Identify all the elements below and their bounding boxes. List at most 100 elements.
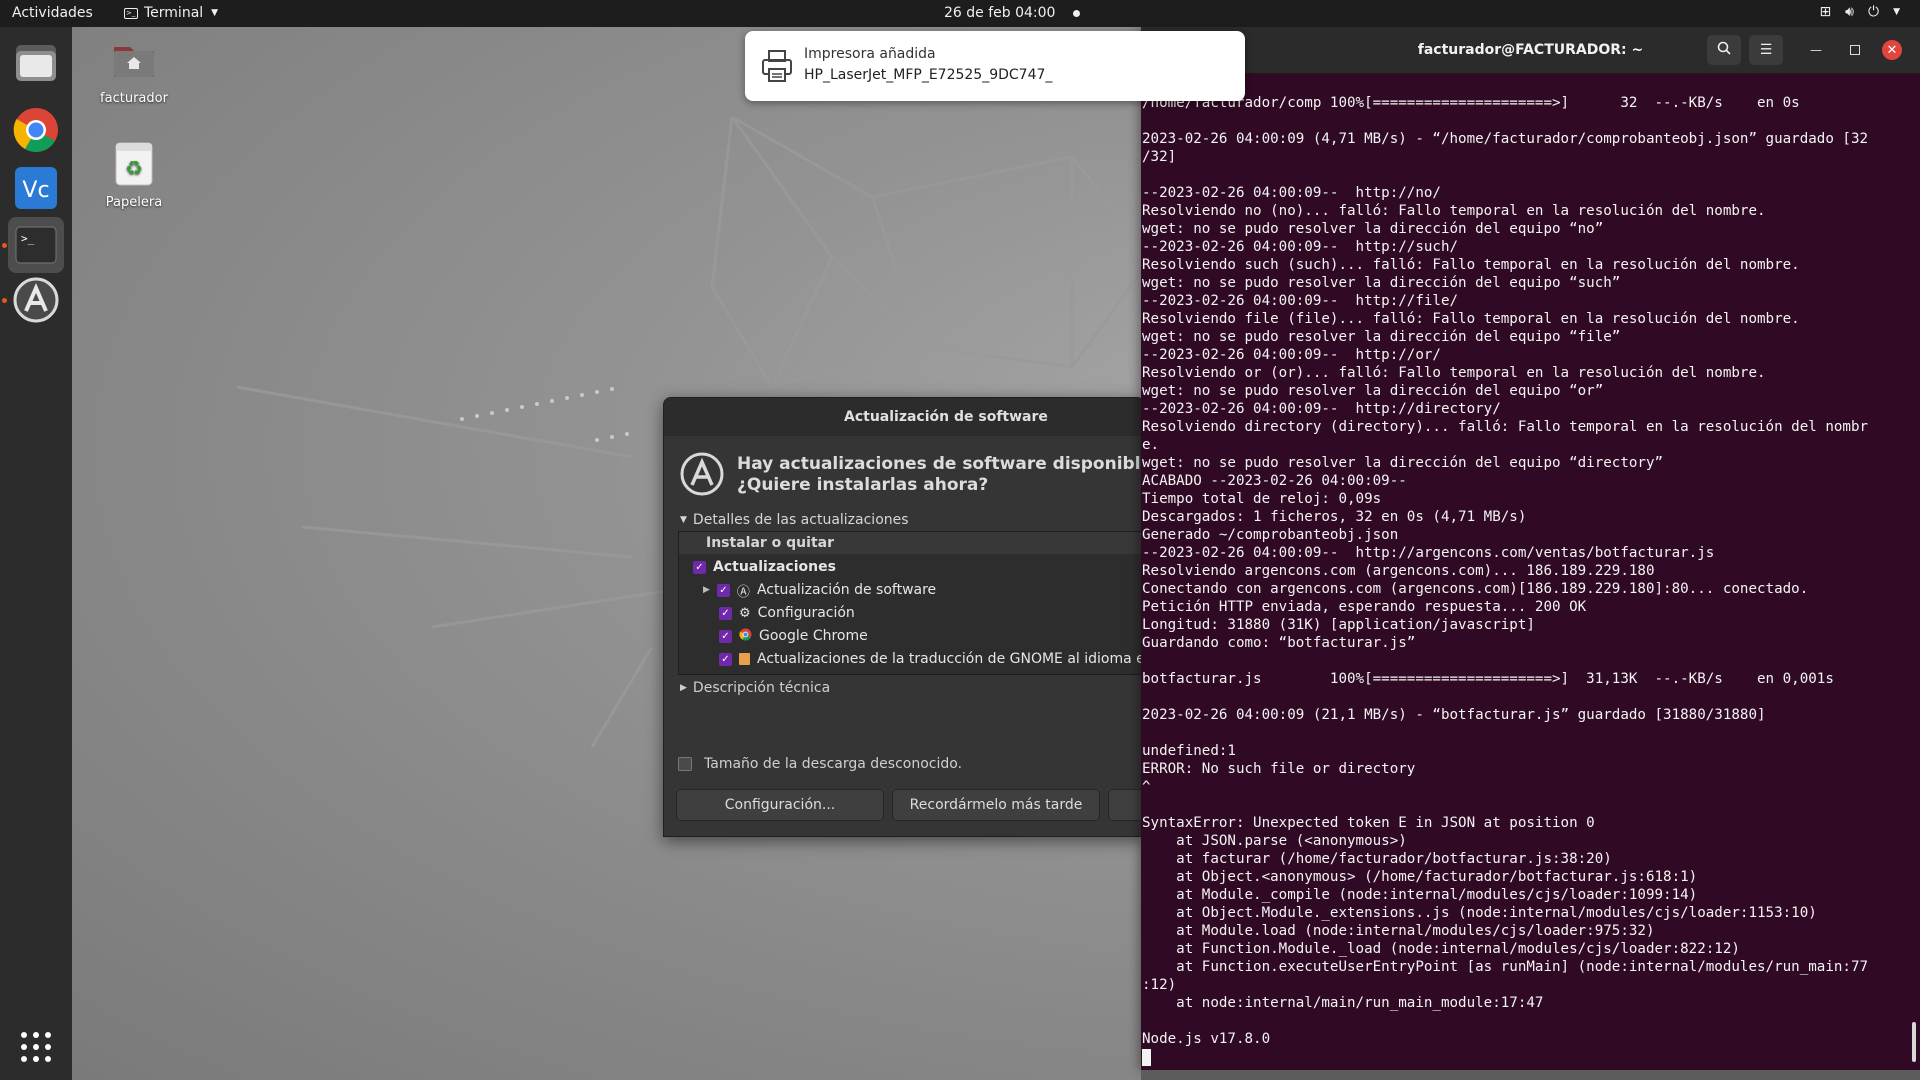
terminal-line: --2023-02-26 04:00:09-- http://file/ — [1142, 293, 1459, 309]
minimize-button[interactable]: — — [1806, 40, 1826, 60]
terminal-line: 2023-02-26 04:00:09 (4,71 MB/s) - “/home… — [1142, 131, 1869, 147]
terminal-bottom-edge — [1141, 1070, 1920, 1080]
app-menu[interactable]: >_ Terminal ▼ — [124, 5, 218, 21]
settings-icon: ⚙ — [739, 605, 751, 621]
terminal-line: SyntaxError: Unexpected token E in JSON … — [1142, 815, 1595, 831]
terminal-line: wget: no se pudo resolver la dirección d… — [1142, 329, 1621, 345]
terminal-title: facturador@FACTURADOR: ~ — [1417, 42, 1644, 58]
dock-terminal[interactable]: >_ — [8, 217, 64, 273]
dock-files[interactable] — [8, 35, 64, 91]
search-button[interactable] — [1707, 35, 1741, 65]
details-expander[interactable]: ▼ Detalles de las actualizaciones — [680, 512, 909, 528]
updater-title-bar[interactable]: Actualización de software — [664, 398, 1144, 436]
terminal-line: Conectando con argencons.com (argencons.… — [1142, 581, 1809, 597]
details-expander-label: Detalles de las actualizaciones — [692, 512, 909, 528]
show-apps-icon — [21, 1032, 51, 1062]
install-now-button[interactable] — [1108, 789, 1144, 821]
menu-button[interactable]: ☰ — [1749, 35, 1783, 65]
item-label: Configuración — [757, 605, 855, 621]
terminal-line: /32] — [1142, 149, 1177, 165]
remind-later-button-label: Recordármelo más tarde — [909, 797, 1083, 813]
dock-chrome[interactable] — [8, 102, 64, 158]
list-item[interactable]: ✓ Google Chrome — [719, 625, 868, 647]
system-menu[interactable]: ⊞ 🔊︎ ⏻ ▼ — [1819, 4, 1900, 20]
terminal-line: Descargados: 1 ficheros, 32 en 0s (4,71 … — [1142, 509, 1527, 525]
checkbox[interactable]: ✓ — [693, 560, 706, 574]
desktop-trash[interactable]: ♻ Papelera — [89, 139, 179, 210]
chevron-right-icon[interactable]: ▶ — [703, 585, 710, 595]
top-bar: Actividades >_ Terminal ▼ 26 de feb 04:0… — [0, 0, 1920, 27]
trash-icon: ♻ — [89, 139, 179, 191]
list-item[interactable]: ✓ Actualizaciones de la traducción de GN… — [719, 648, 1144, 670]
terminal-line: wget: no se pudo resolver la dirección d… — [1142, 275, 1621, 291]
settings-button[interactable]: Configuración... — [676, 789, 884, 821]
language-pack-icon — [739, 653, 750, 665]
terminal-line: Generado ~/comprobanteobj.json — [1142, 527, 1399, 543]
activities-button[interactable]: Actividades — [12, 5, 93, 21]
search-icon — [1717, 41, 1731, 59]
list-item[interactable]: ▶ ✓ Ⓐ Actualización de software — [703, 579, 936, 601]
updater-heading: Hay actualizaciones de software disponib… — [737, 454, 1144, 496]
terminal-header-bar[interactable]: facturador@FACTURADOR: ~ ☰ — ✕ — [1141, 27, 1920, 74]
dock: Vc >_ — [0, 27, 72, 1080]
close-icon: ✕ — [1886, 42, 1898, 58]
terminal-line: 2023-02-26 04:00:09 (21,1 MB/s) - “botfa… — [1142, 707, 1766, 723]
terminal-output[interactable]: /home/facturador/comp 100%[=============… — [1142, 94, 1912, 1069]
terminal-line: wget: no se pudo resolver la dirección d… — [1142, 221, 1604, 237]
terminal-line: at Object.<anonymous> (/home/facturador/… — [1142, 869, 1698, 885]
dock-vscode[interactable]: Vc — [8, 160, 64, 216]
terminal-line: at Function.executeUserEntryPoint [as ru… — [1142, 959, 1869, 975]
terminal-line: at facturar (/home/facturador/botfactura… — [1142, 851, 1612, 867]
checkbox[interactable]: ✓ — [719, 629, 732, 643]
terminal-cursor — [1142, 1048, 1912, 1066]
desktop-home-folder[interactable]: facturador — [89, 35, 179, 106]
column-header[interactable]: Instalar o quitar — [679, 532, 1144, 554]
terminal-line: Resolviendo or (or)... falló: Fallo temp… — [1142, 365, 1766, 381]
svg-text:♻: ♻ — [125, 156, 143, 180]
running-indicator — [2, 298, 7, 303]
software-updater-window: Actualización de software Hay actualizac… — [663, 397, 1145, 837]
remind-later-button[interactable]: Recordármelo más tarde — [892, 789, 1100, 821]
updates-list: Instalar o quitar ✓ Actualizaciones ▶ ✓ … — [678, 531, 1144, 675]
terminal-line: /home/facturador/comp 100%[=============… — [1142, 95, 1800, 111]
running-indicator — [2, 243, 7, 248]
terminal-line: at JSON.parse (<anonymous>) — [1142, 833, 1407, 849]
dock-software-updater[interactable] — [8, 272, 64, 328]
terminal-line: --2023-02-26 04:00:09-- http://such/ — [1142, 239, 1459, 255]
download-size-label: Tamaño de la descarga desconocido. — [704, 756, 963, 772]
terminal-line: Petición HTTP enviada, esperando respues… — [1142, 599, 1587, 615]
terminal-line: Resolviendo argencons.com (argencons.com… — [1142, 563, 1655, 579]
chevron-right-icon: ▶ — [680, 683, 687, 693]
updater-heading-line1: Hay actualizaciones de software disponib… — [737, 454, 1144, 474]
power-icon: ⏻ — [1868, 4, 1880, 20]
settings-button-label: Configuración... — [724, 797, 836, 813]
scrollbar[interactable] — [1912, 1022, 1916, 1062]
terminal-line: --2023-02-26 04:00:09-- http://directory… — [1142, 401, 1501, 417]
terminal-line: Node.js v17.8.0 — [1142, 1031, 1271, 1047]
terminal-line: ^ — [1142, 779, 1151, 795]
dock-show-apps[interactable] — [8, 1019, 64, 1075]
close-button[interactable]: ✕ — [1882, 40, 1902, 60]
terminal-icon: >_ — [15, 226, 57, 264]
chevron-down-icon: ▼ — [211, 8, 219, 18]
network-icon: ⊞ — [1819, 4, 1832, 20]
clock[interactable]: 26 de feb 04:00 — [944, 5, 1081, 21]
volume-icon: 🔊︎ — [1845, 4, 1854, 20]
technical-description-expander[interactable]: ▶ Descripción técnica — [680, 680, 830, 696]
maximize-button[interactable] — [1845, 40, 1865, 60]
group-label: Actualizaciones — [713, 559, 836, 575]
vscode-icon: Vc — [15, 167, 57, 209]
terminal-line: wget: no se pudo resolver la dirección d… — [1142, 383, 1604, 399]
notification-banner[interactable]: Impresora añadida HP_LaserJet_MFP_E72525… — [745, 31, 1245, 101]
chrome-icon — [739, 628, 752, 645]
checkbox[interactable]: ✓ — [719, 606, 732, 620]
list-item[interactable]: ✓ ⚙ Configuración — [719, 602, 855, 624]
list-item[interactable]: ✓ Actualizaciones — [693, 556, 836, 578]
item-label: Actualización de software — [756, 582, 937, 598]
checkbox[interactable]: ✓ — [719, 652, 732, 666]
checkbox[interactable]: ✓ — [716, 583, 730, 597]
home-folder-label: facturador — [100, 91, 168, 106]
